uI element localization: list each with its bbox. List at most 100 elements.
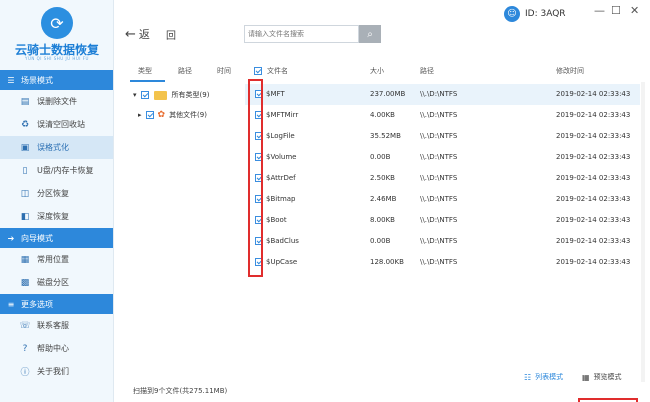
table-row[interactable]: $Volume 0.00B \\.\D:\NTFS 2019-02-14 02:… [245, 147, 640, 168]
user-id-label: ID: 3AQR [525, 9, 566, 19]
location-icon: ▦ [20, 254, 30, 265]
file-size: 0.00B [370, 237, 391, 245]
maximize-button[interactable]: ☐ [611, 4, 621, 17]
tab-time[interactable]: 时间 [217, 66, 231, 80]
tab-path[interactable]: 路径 [178, 66, 192, 80]
column-header-modified[interactable]: 修改时间 [556, 66, 584, 80]
table-row[interactable]: $MFT 237.00MB \\.\D:\NTFS 2019-02-14 02:… [245, 84, 640, 105]
file-size: 128.00KB [370, 258, 404, 266]
vertical-scrollbar[interactable] [641, 82, 645, 382]
sidebar-item-help-center[interactable]: ? 帮助中心 [0, 337, 113, 360]
tree-node-other-files[interactable]: ▸ ✿ 其他文件(9) [138, 108, 207, 122]
section-more-options: ≡ 更多选项 [0, 294, 113, 314]
file-modified: 2019-02-14 02:33:43 [556, 216, 631, 224]
table-row[interactable]: $LogFile 35.52MB \\.\D:\NTFS 2019-02-14 … [245, 126, 640, 147]
column-header-name[interactable]: 文件名 [267, 66, 288, 80]
sidebar-item-format[interactable]: ▣ 误格式化 [0, 136, 113, 159]
section-title: 向导模式 [21, 233, 53, 243]
deep-scan-icon: ◧ [20, 211, 30, 222]
active-tab-indicator [130, 80, 165, 82]
sidebar-item-label: 误格式化 [37, 143, 69, 152]
arrow-left-icon: ← [125, 26, 136, 42]
wizard-mode-icon: ➔ [7, 233, 15, 243]
table-row[interactable]: $Bitmap 2.46MB \\.\D:\NTFS 2019-02-14 02… [245, 189, 640, 210]
file-name: $UpCase [266, 258, 298, 266]
section-wizard-mode: ➔ 向导模式 [0, 228, 113, 248]
sidebar-item-common-locations[interactable]: ▦ 常用位置 [0, 248, 113, 271]
recycle-bin-icon: ♻ [20, 119, 30, 130]
tree-expand-icon[interactable]: ▾ [133, 91, 137, 99]
column-header-size[interactable]: 大小 [370, 66, 384, 80]
search-button[interactable]: ⌕ [359, 25, 381, 43]
sidebar-item-about-us[interactable]: ⓘ 关于我们 [0, 360, 113, 383]
tab-type[interactable]: 类型 [138, 66, 152, 80]
sidebar-item-deep-recovery[interactable]: ◧ 深度恢复 [0, 205, 113, 228]
file-name: $BadClus [266, 237, 299, 245]
file-path: \\.\D:\NTFS [420, 216, 458, 224]
file-path: \\.\D:\NTFS [420, 153, 458, 161]
column-header-path[interactable]: 路径 [420, 66, 434, 80]
table-row[interactable]: $AttrDef 2.50KB \\.\D:\NTFS 2019-02-14 0… [245, 168, 640, 189]
sidebar-item-disk-partition[interactable]: ▩ 磁盘分区 [0, 271, 113, 294]
disk-icon: ▣ [20, 142, 30, 153]
minimize-button[interactable]: — [594, 4, 605, 17]
scan-summary: 扫描到9个文件(共275.11MB) [133, 387, 228, 395]
tree-node-label: 其他文件(9) [169, 111, 207, 119]
file-name: $LogFile [266, 132, 295, 140]
back-button[interactable]: ← 返 [125, 26, 150, 42]
close-button[interactable]: ✕ [630, 4, 639, 17]
button-highlight-box [578, 398, 638, 402]
logo-icon: ⟳ [41, 7, 73, 39]
file-size: 8.00KB [370, 216, 395, 224]
sidebar-item-label: 误清空回收站 [37, 120, 85, 129]
file-name: $MFT [266, 90, 285, 98]
tree-checkbox[interactable] [140, 91, 149, 99]
sidebar-item-label: 磁盘分区 [37, 278, 69, 287]
more-options-icon: ≡ [7, 299, 15, 309]
sidebar-item-contact-support[interactable]: ☏ 联系客服 [0, 314, 113, 337]
file-size: 2.46MB [370, 195, 397, 203]
table-row[interactable]: $BadClus 0.00B \\.\D:\NTFS 2019-02-14 02… [245, 231, 640, 252]
sidebar-item-deleted-files[interactable]: ▤ 误删除文件 [0, 90, 113, 113]
preview-mode-button[interactable]: ▦ 预览模式 [582, 372, 622, 382]
back-label-2: 回 [166, 31, 176, 42]
list-mode-button[interactable]: ☷ 列表模式 [524, 372, 563, 382]
file-modified: 2019-02-14 02:33:43 [556, 90, 631, 98]
file-modified: 2019-02-14 02:33:43 [556, 132, 631, 140]
headset-icon: ☏ [19, 320, 31, 331]
file-path: \\.\D:\NTFS [420, 195, 458, 203]
search-box: ⌕ [244, 25, 381, 43]
table-row[interactable]: $MFTMirr 4.00KB \\.\D:\NTFS 2019-02-14 0… [245, 105, 640, 126]
file-name: $MFTMirr [266, 111, 299, 119]
app-logo: ⟳ 云骑士数据恢复 YUN QI SHI SHU JU HUI FU [0, 0, 113, 70]
file-path: \\.\D:\NTFS [420, 90, 458, 98]
table-row[interactable]: $Boot 8.00KB \\.\D:\NTFS 2019-02-14 02:3… [245, 210, 640, 231]
sidebar-item-usb-card[interactable]: ▯ U盘/内存卡恢复 [0, 159, 113, 182]
sidebar-item-partition-recovery[interactable]: ◫ 分区恢复 [0, 182, 113, 205]
tree-expand-icon[interactable]: ▸ [138, 111, 142, 119]
sidebar-item-label: 帮助中心 [37, 344, 69, 353]
disk-partition-icon: ▩ [20, 277, 30, 288]
sidebar-item-label: 常用位置 [37, 255, 69, 264]
table-row[interactable]: $UpCase 128.00KB \\.\D:\NTFS 2019-02-14 … [245, 252, 640, 273]
user-icon: ☺ [504, 6, 520, 22]
file-modified: 2019-02-14 02:33:43 [556, 174, 631, 182]
sidebar-item-label: 误删除文件 [37, 97, 77, 106]
scene-mode-icon: ☰ [7, 75, 15, 85]
file-size: 35.52MB [370, 132, 401, 140]
file-name: $Boot [266, 216, 287, 224]
file-modified: 2019-02-14 02:33:43 [556, 195, 631, 203]
file-size: 237.00MB [370, 90, 406, 98]
document-icon: ▤ [20, 96, 30, 107]
tree-checkbox[interactable] [145, 111, 154, 119]
file-modified: 2019-02-14 02:33:43 [556, 111, 631, 119]
section-title: 更多选项 [21, 299, 53, 309]
file-name: $Bitmap [266, 195, 296, 203]
select-all-checkbox[interactable] [254, 67, 262, 75]
tree-node-all-types[interactable]: ▾ 所有类型(9) [133, 88, 209, 102]
sidebar-item-recycle-bin[interactable]: ♻ 误清空回收站 [0, 113, 113, 136]
file-name: $Volume [266, 153, 297, 161]
checkbox-highlight-box [248, 79, 263, 277]
grid-view-icon: ▦ [582, 372, 590, 382]
search-input[interactable] [244, 25, 359, 43]
